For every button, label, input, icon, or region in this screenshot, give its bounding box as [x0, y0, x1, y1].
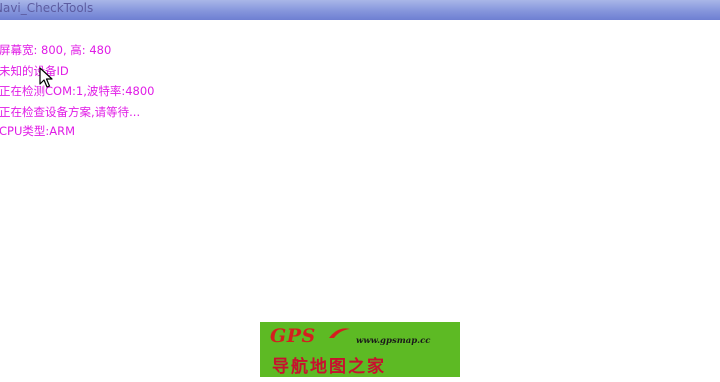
title-bar[interactable]: Navi_CheckTools: [0, 0, 720, 20]
banner-url-text: www.gpsmap.cc: [356, 336, 431, 346]
banner-logo-text: GPS: [270, 325, 316, 347]
log-line: 正在检测COM:1,波特率:4800: [0, 84, 155, 98]
log-line: 未知的设备ID: [0, 64, 69, 78]
log-line: 屏幕宽: 800, 高: 480: [0, 43, 112, 57]
log-line: CPU类型:ARM: [0, 124, 76, 138]
window-title: Navi_CheckTools: [0, 1, 94, 15]
swoosh-icon: [329, 328, 350, 338]
gpsmap-watermark-banner: GPS www.gpsmap.cc 导航地图之家: [260, 322, 460, 377]
log-line: 正在检查设备方案,请等待...: [0, 105, 141, 119]
mouse-cursor-icon: [39, 67, 53, 88]
banner-site-name: 导航地图之家: [272, 357, 386, 377]
